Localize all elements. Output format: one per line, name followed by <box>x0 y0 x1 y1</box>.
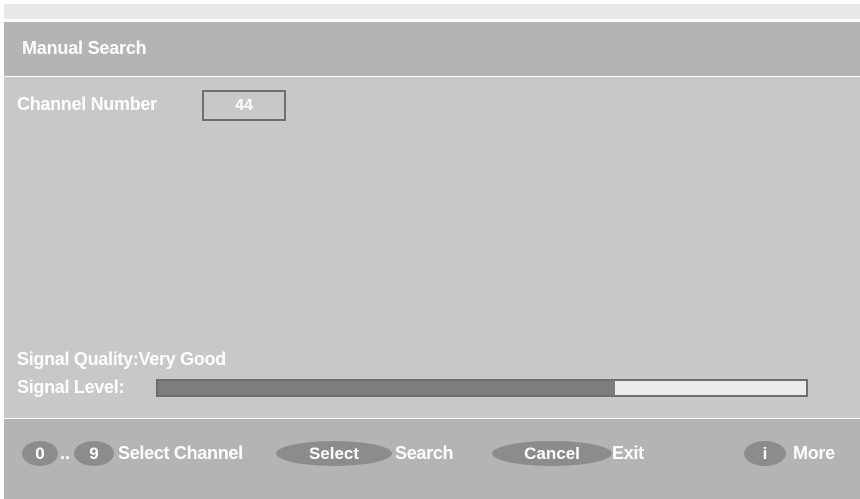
more-label: More <box>793 443 835 463</box>
key-9-button[interactable]: 9 <box>74 441 114 466</box>
info-button[interactable]: i <box>744 441 786 466</box>
exit-label: Exit <box>612 443 644 463</box>
select-channel-label: Select Channel <box>118 443 243 463</box>
signal-quality-label: Signal Quality: <box>17 349 139 369</box>
page-title: Manual Search <box>22 38 147 58</box>
signal-level-bar <box>156 379 808 397</box>
signal-quality-row: Signal Quality:Very Good <box>17 349 226 370</box>
channel-number-label: Channel Number <box>17 94 157 114</box>
search-label: Search <box>395 443 454 463</box>
cancel-button[interactable]: Cancel <box>492 441 612 466</box>
range-separator: .. <box>60 443 71 463</box>
title-bar: Manual Search <box>4 22 860 76</box>
signal-level-label: Signal Level: <box>17 377 125 397</box>
signal-quality-value: Very Good <box>138 349 227 369</box>
channel-number-field[interactable]: 44 <box>202 90 286 121</box>
footer-key-bar: 0 .. 9 Select Channel Select Search Canc… <box>4 419 860 499</box>
key-0-button[interactable]: 0 <box>22 441 58 466</box>
top-strip <box>4 4 860 19</box>
content-panel: Channel Number 44 Signal Quality:Very Go… <box>4 77 860 418</box>
select-button[interactable]: Select <box>276 441 392 466</box>
signal-level-fill <box>158 381 615 395</box>
manual-search-screen: Manual Search Channel Number 44 Signal Q… <box>0 0 860 499</box>
